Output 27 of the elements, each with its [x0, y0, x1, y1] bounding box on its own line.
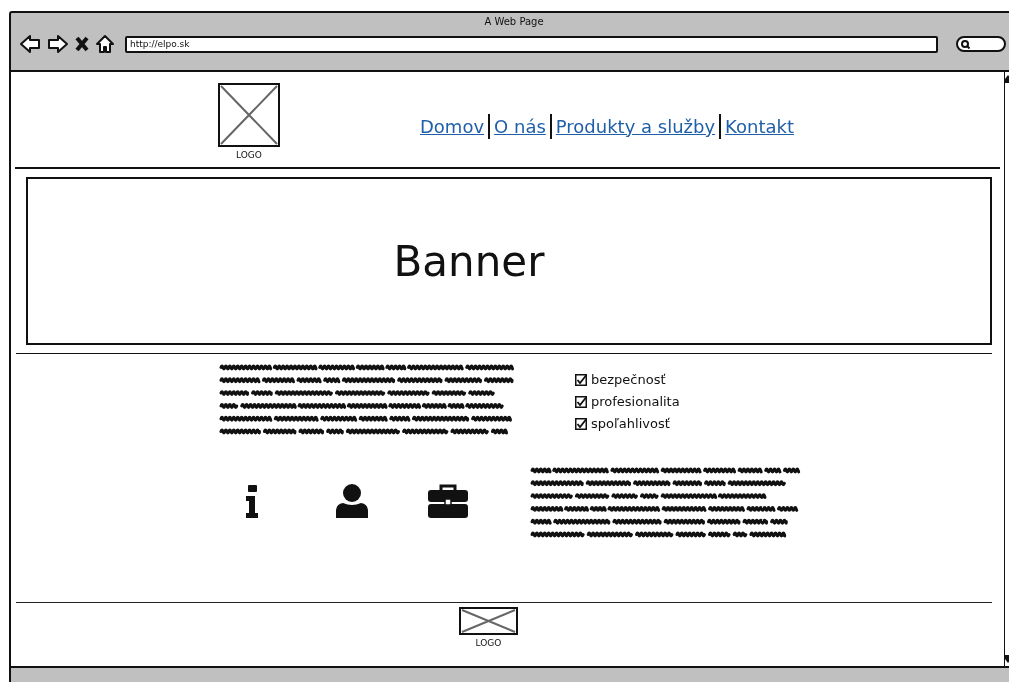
logo-label: LOGO — [236, 150, 262, 160]
banner-title: Banner — [393, 236, 545, 286]
home-icon[interactable] — [95, 34, 115, 54]
close-icon[interactable] — [75, 36, 89, 52]
nav-link[interactable]: Kontakt — [721, 114, 798, 139]
nav-link[interactable]: Produkty a služby — [551, 114, 720, 139]
nav-link[interactable]: Domov — [416, 114, 489, 139]
scrollbar[interactable] — [1004, 72, 1009, 666]
logo-placeholder-icon — [218, 83, 280, 147]
search-icon — [961, 39, 970, 49]
checkbox[interactable] — [575, 373, 587, 386]
checkbox-label: spoľahlivosť — [591, 416, 670, 431]
briefcase-icon — [428, 484, 468, 518]
logo-placeholder-icon — [459, 607, 518, 635]
address-field[interactable]: http://elpo.sk — [125, 35, 938, 53]
info-icon — [245, 484, 259, 518]
window-title: A Web Page — [483, 16, 545, 29]
user-icon — [336, 484, 368, 518]
nav-link[interactable]: O nás — [490, 114, 550, 139]
logo-label: LOGO — [475, 638, 502, 648]
checkbox[interactable] — [575, 395, 587, 408]
back-arrow-icon[interactable] — [19, 34, 41, 54]
checkbox-label: bezpečnosť — [591, 372, 666, 387]
forward-arrow-icon[interactable] — [47, 34, 69, 54]
checkbox-label: profesionalita — [591, 394, 680, 409]
checkbox[interactable] — [575, 417, 587, 430]
search-field[interactable] — [956, 36, 1006, 52]
